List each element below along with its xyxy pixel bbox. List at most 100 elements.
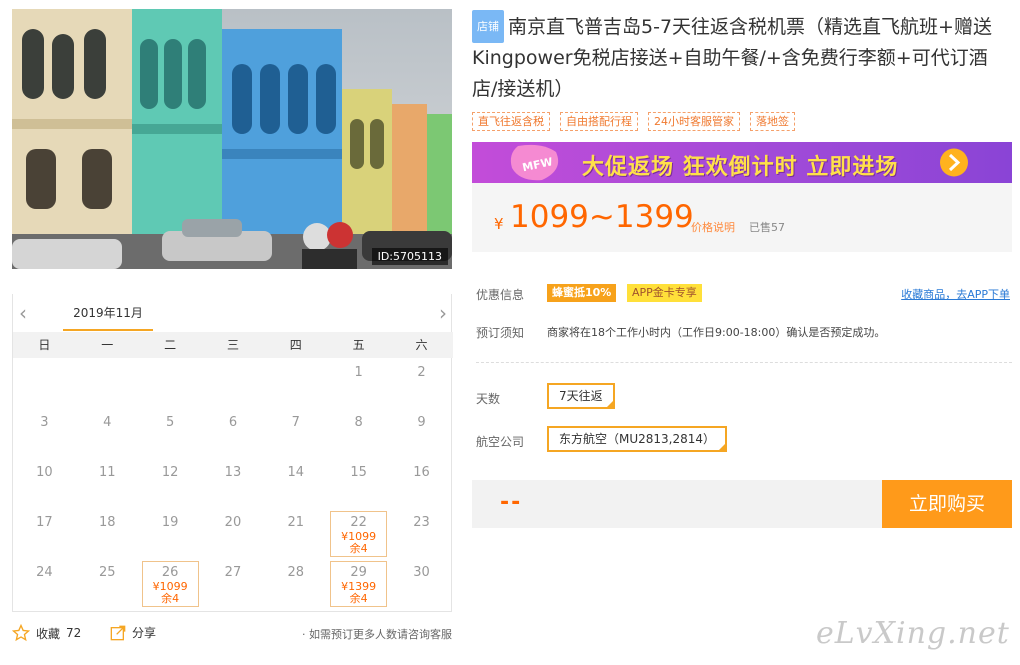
booking-notice-text: 商家将在18个工作小时内（工作日9:00-18:00）确认是否预定成功。: [547, 326, 886, 339]
day-stock: 余4: [349, 542, 368, 555]
feature-tag: 落地签: [750, 112, 795, 131]
day-number: 5: [165, 415, 175, 430]
calendar-day-available[interactable]: 22 ¥1099 余4: [327, 508, 390, 558]
share-button[interactable]: 分享: [110, 624, 156, 641]
product-title-block: 店铺 南京直飞普吉岛5-7天往返含税机票（精选直飞航班+赠送Kingpower免税…: [472, 10, 1012, 105]
calendar-day: 5: [139, 408, 202, 458]
day-number: 3: [40, 415, 49, 430]
feature-tag: 直飞往返含税: [472, 112, 550, 131]
buy-now-button[interactable]: 立即购买: [882, 480, 1012, 528]
date-calendar: ‹ 2019年11月 › 日 一 二 三 四 五 六 1 2 3 4 5 6 7 8 9 10 11…: [12, 294, 453, 612]
day-number: 20: [224, 515, 242, 530]
watermark: eLvXing.net: [816, 616, 1010, 651]
calendar-day: [139, 358, 202, 408]
day-number: 4: [103, 415, 112, 430]
calendar-day: 16: [390, 458, 453, 508]
days-option[interactable]: 7天往返: [547, 383, 615, 409]
calendar-week-row: 10 11 12 13 14 15 16: [13, 458, 453, 508]
calendar-day: 24: [13, 558, 76, 608]
calendar-header: ‹ 2019年11月 ›: [13, 294, 453, 332]
calendar-day: 27: [202, 558, 265, 608]
day-number: 11: [98, 465, 116, 480]
day-number: 13: [224, 465, 242, 480]
calendar-day-available[interactable]: 29 ¥1399 余4: [327, 558, 390, 608]
day-number: 17: [36, 515, 53, 530]
sold-count: 已售57: [749, 221, 785, 234]
feature-tag: 自由搭配行程: [560, 112, 638, 131]
day-number: 29: [350, 565, 367, 580]
weekday-label: 三: [226, 338, 239, 352]
calendar-week-row: 12: [13, 358, 453, 408]
calendar-day: 8: [327, 408, 390, 458]
calendar-day: 3: [13, 408, 76, 458]
calendar-day: [264, 358, 327, 408]
promo-banner[interactable]: MFW 大促返场 狂欢倒计时 立即进场: [472, 142, 1012, 183]
price-range: 1099~1399: [510, 199, 694, 235]
airline-option[interactable]: 东方航空（MU2813,2814）: [547, 426, 728, 452]
calendar-day: 25: [76, 558, 139, 608]
calendar-day: 6: [202, 408, 265, 458]
day-number: 2: [417, 365, 426, 380]
weekday-label: 日: [38, 338, 51, 352]
day-number: 6: [228, 415, 238, 430]
calendar-month-tab[interactable]: 2019年11月: [63, 304, 153, 331]
calendar-week-row: 24 25 26 ¥1099 余4 27 28 29 ¥1399 余4 30: [13, 558, 453, 608]
feature-tags: 直飞往返含税 自由搭配行程 24小时客服管家 落地签: [472, 112, 795, 131]
product-title: 店铺 南京直飞普吉岛5-7天往返含税机票（精选直飞航班+赠送Kingpower免税…: [472, 10, 1012, 105]
day-number: 1: [354, 365, 363, 380]
calendar-day: 20: [202, 508, 265, 558]
banner-text: 大促返场 狂欢倒计时 立即进场: [582, 155, 899, 180]
action-bar: 收藏 72 分享 · 如需预订更多人数请咨询客服: [12, 622, 452, 644]
calendar-day: [76, 358, 139, 408]
weekday-label: 一: [101, 338, 114, 352]
consult-note: · 如需预订更多人数请咨询客服: [302, 628, 452, 641]
day-number: 22: [350, 515, 367, 530]
airline-label: 航空公司: [476, 435, 525, 449]
day-number: 21: [287, 515, 305, 530]
day-number: 30: [413, 565, 430, 580]
day-number: 25: [98, 565, 116, 580]
day-number: 9: [417, 415, 426, 430]
calendar-day: 30: [390, 558, 453, 608]
day-number: 15: [350, 465, 367, 480]
day-number: 18: [98, 515, 116, 530]
coupon-app-gold[interactable]: APP金卡专享: [627, 284, 702, 302]
calendar-day: 15: [327, 458, 390, 508]
calendar-day: 19: [139, 508, 202, 558]
calendar-weekdays: 日 一 二 三 四 五 六: [13, 332, 453, 358]
day-stock: 余4: [349, 592, 368, 605]
street-houses-image: [12, 9, 452, 269]
price-currency: ¥: [494, 215, 504, 233]
day-number: 8: [354, 415, 363, 430]
product-photo: ID:5705113: [12, 9, 452, 269]
calendar-day: 2: [390, 358, 453, 408]
calendar-day: 12: [139, 458, 202, 508]
chevron-right-icon[interactable]: ›: [439, 303, 447, 323]
weekday-label: 五: [352, 338, 365, 352]
day-number: 12: [161, 465, 179, 480]
day-number: 7: [291, 415, 300, 430]
calendar-grid: 1 2 3 4 5 6 7 8 9 10 11 12 13 14 15 16 17 18 19 20 21 22 ¥1099…: [13, 358, 453, 608]
favorite-button[interactable]: 收藏 72: [12, 624, 81, 642]
calendar-day: 28: [264, 558, 327, 608]
arrow-right-icon: [940, 148, 968, 177]
price-explanation-link[interactable]: 价格说明: [691, 219, 735, 235]
chevron-left-icon[interactable]: ‹: [19, 303, 27, 323]
day-number: 28: [287, 565, 305, 580]
day-number: 26: [161, 565, 179, 580]
shop-tag[interactable]: 店铺: [472, 10, 504, 43]
weekday-label: 六: [415, 338, 428, 352]
day-stock: 余4: [161, 592, 180, 605]
coupon-honey[interactable]: 蜂蜜抵10%: [547, 284, 617, 302]
calendar-day: 23: [390, 508, 453, 558]
favorite-label: 收藏: [36, 626, 61, 641]
calendar-day-available[interactable]: 26 ¥1099 余4: [139, 558, 202, 608]
calendar-day: 21: [264, 508, 327, 558]
fav-app-link[interactable]: 收藏商品，去APP下单: [901, 286, 1010, 302]
notice-label: 预订须知: [476, 326, 525, 340]
calendar-week-row: 3 4 5 6 7 8 9: [13, 408, 453, 458]
share-label: 分享: [132, 626, 157, 640]
calendar-day: 9: [390, 408, 453, 458]
calendar-day: 1: [327, 358, 390, 408]
day-number: 27: [224, 565, 242, 580]
